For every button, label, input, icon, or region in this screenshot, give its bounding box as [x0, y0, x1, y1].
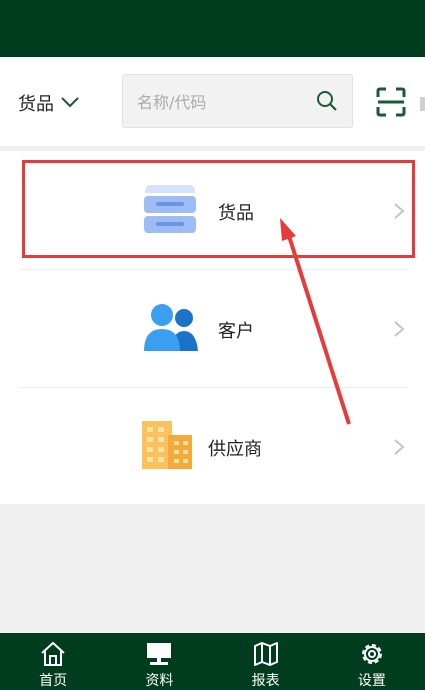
data-menu: 货品 客户 供应商: [0, 151, 425, 504]
menu-item-label: 货品: [218, 203, 254, 224]
menu-item-label: 供应商: [208, 439, 262, 460]
search-icon[interactable]: [316, 90, 338, 112]
tab-label: 资料: [145, 673, 174, 689]
chevron-down-icon: [60, 93, 80, 114]
menu-item-label: 客户: [218, 321, 254, 342]
tab-label: 首页: [39, 673, 68, 689]
menu-item-suppliers[interactable]: 供应商: [0, 387, 425, 505]
status-bar: [0, 0, 425, 57]
category-dropdown[interactable]: 货品: [18, 90, 80, 116]
tab-label: 报表: [251, 673, 280, 689]
tab-reports[interactable]: 报表: [213, 633, 319, 690]
search-bar: 货品: [0, 57, 425, 146]
customers-icon: [142, 303, 198, 353]
gear-icon: [361, 644, 382, 664]
menu-item-customers[interactable]: 客户: [0, 269, 425, 387]
home-icon: [41, 641, 65, 666]
tab-label: 设置: [357, 673, 386, 689]
menu-item-goods[interactable]: 货品: [0, 151, 425, 269]
tab-settings[interactable]: 设置: [319, 633, 425, 690]
scan-icon[interactable]: [376, 87, 406, 117]
search-box: [122, 74, 353, 128]
map-icon: [253, 642, 278, 666]
edge-indicator: [420, 97, 425, 111]
chevron-right-icon: [394, 203, 405, 219]
search-input[interactable]: [137, 89, 307, 115]
goods-icon: [144, 185, 196, 235]
tab-home[interactable]: 首页: [0, 633, 106, 690]
tab-data[interactable]: 资料: [106, 633, 212, 690]
category-dropdown-label: 货品: [18, 94, 54, 115]
monitor-icon: [147, 643, 172, 665]
chevron-right-icon: [394, 321, 405, 337]
bottom-tab-bar: 首页 资料 报表 设置: [0, 633, 425, 690]
chevron-right-icon: [394, 439, 405, 455]
supplier-building-icon: [142, 421, 194, 471]
